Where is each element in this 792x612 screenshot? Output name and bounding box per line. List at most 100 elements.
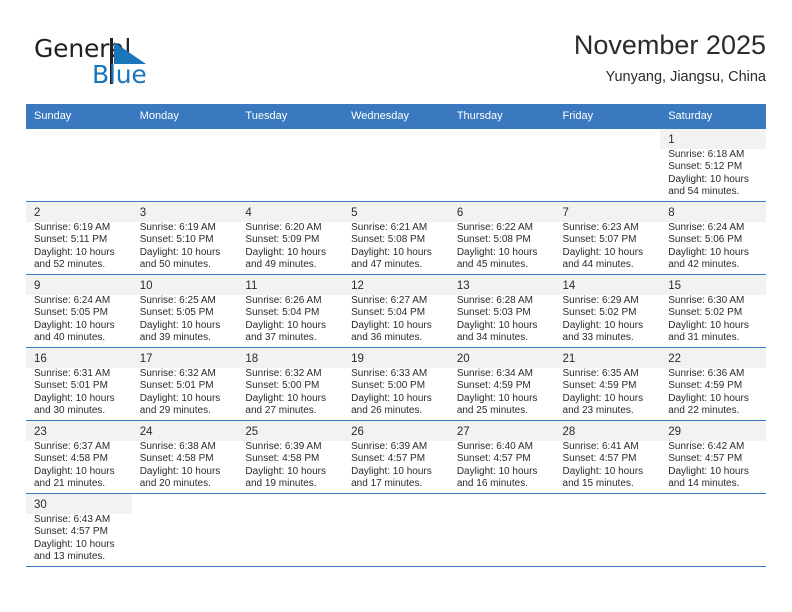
day-daylight1-text: Daylight: 10 hours xyxy=(668,465,749,477)
day-daylight1-text: Daylight: 10 hours xyxy=(139,392,221,404)
calendar-day-cell[interactable]: 15 Sunrise: 6:30 AM Sunset: 5:02 PM Dayligh… xyxy=(660,274,766,348)
day-sun-info: Sunrise: 6:30 AM Sunset: 5:02 PM Daylight:… xyxy=(660,295,766,344)
calendar-day-cell[interactable]: 27 Sunrise: 6:40 AM Sunset: 4:57 PM Dayligh… xyxy=(448,420,555,494)
calendar-day-cell[interactable]: 30 Sunrise: 6:43 AM Sunset: 4:57 PM Dayligh… xyxy=(26,493,132,567)
day-cell-inner: 14 Sunrise: 6:29 AM Sunset: 5:02 PM Dayligh… xyxy=(554,275,661,347)
day-daylight1-text: Daylight: 10 hours xyxy=(245,465,327,477)
calendar-day-cell-empty xyxy=(660,493,766,567)
calendar-day-cell[interactable]: 17 Sunrise: 6:32 AM Sunset: 5:01 PM Dayligh… xyxy=(131,347,238,421)
day-daylight2-text: and 52 minutes. xyxy=(34,258,106,270)
day-sun-info: Sunrise: 6:33 AM Sunset: 5:00 PM Daylight:… xyxy=(343,368,449,417)
calendar-day-cell[interactable]: 14 Sunrise: 6:29 AM Sunset: 5:02 PM Dayligh… xyxy=(554,274,661,348)
calendar-week-row: 9 Sunrise: 6:24 AM Sunset: 5:05 PM Daylight… xyxy=(26,274,766,348)
calendar-day-cell-empty xyxy=(554,128,661,202)
calendar-day-cell[interactable]: 12 Sunrise: 6:27 AM Sunset: 5:04 PM Dayligh… xyxy=(343,274,449,348)
day-number: 20 xyxy=(448,348,555,368)
calendar-day-cell[interactable]: 11 Sunrise: 6:26 AM Sunset: 5:04 PM Dayligh… xyxy=(237,274,344,348)
calendar-day-cell[interactable]: 18 Sunrise: 6:32 AM Sunset: 5:00 PM Dayligh… xyxy=(237,347,344,421)
calendar-day-cell[interactable]: 10 Sunrise: 6:25 AM Sunset: 5:05 PM Dayligh… xyxy=(131,274,238,348)
weekday-header-monday: Monday xyxy=(131,104,238,129)
brand-logo[interactable]: General Blue xyxy=(34,34,254,94)
weekday-header-sunday: Sunday xyxy=(26,104,132,129)
calendar-day-cell[interactable]: 23 Sunrise: 6:37 AM Sunset: 4:58 PM Dayligh… xyxy=(26,420,132,494)
day-daylight1-text: Daylight: 10 hours xyxy=(351,319,432,331)
day-number: 18 xyxy=(237,348,344,368)
day-sunset-text: Sunset: 5:12 PM xyxy=(668,161,743,173)
calendar-day-cell[interactable]: 7 Sunrise: 6:23 AM Sunset: 5:07 PM Daylight… xyxy=(554,201,661,275)
calendar-day-cell[interactable]: 22 Sunrise: 6:36 AM Sunset: 4:59 PM Dayligh… xyxy=(660,347,766,421)
weekday-header-thursday: Thursday xyxy=(448,104,555,129)
calendar-day-cell[interactable]: 16 Sunrise: 6:31 AM Sunset: 5:01 PM Dayligh… xyxy=(26,347,132,421)
calendar-day-cell[interactable]: 28 Sunrise: 6:41 AM Sunset: 4:57 PM Dayligh… xyxy=(554,420,661,494)
calendar-day-cell-empty xyxy=(237,128,344,202)
calendar-day-cell[interactable]: 24 Sunrise: 6:38 AM Sunset: 4:58 PM Dayligh… xyxy=(131,420,238,494)
day-daylight1-text: Daylight: 10 hours xyxy=(139,246,221,258)
brand-name-blue: Blue xyxy=(92,60,147,89)
day-sunrise-text: Sunrise: 6:37 AM xyxy=(34,441,111,452)
day-cell-inner: 15 Sunrise: 6:30 AM Sunset: 5:02 PM Dayligh… xyxy=(660,275,766,347)
day-number: 26 xyxy=(343,421,449,441)
weekday-header-wednesday: Wednesday xyxy=(343,104,449,129)
calendar-day-cell[interactable]: 2 Sunrise: 6:19 AM Sunset: 5:11 PM Daylight… xyxy=(26,201,132,275)
day-cell-inner: 11 Sunrise: 6:26 AM Sunset: 5:04 PM Dayligh… xyxy=(237,275,344,347)
day-daylight2-text: and 44 minutes. xyxy=(562,258,634,270)
day-daylight1-text: Daylight: 10 hours xyxy=(456,319,538,331)
calendar-day-cell-empty xyxy=(343,128,449,202)
day-daylight1-text: Daylight: 10 hours xyxy=(34,319,115,331)
calendar-day-cell[interactable]: 26 Sunrise: 6:39 AM Sunset: 4:57 PM Dayligh… xyxy=(343,420,449,494)
page-subtitle: Yunyang, Jiangsu, China xyxy=(605,69,766,85)
day-cell-inner xyxy=(237,494,343,566)
day-sunset-text: Sunset: 5:00 PM xyxy=(245,380,320,392)
calendar-day-cell[interactable]: 25 Sunrise: 6:39 AM Sunset: 4:58 PM Dayligh… xyxy=(237,420,344,494)
calendar-day-cell[interactable]: 8 Sunrise: 6:24 AM Sunset: 5:06 PM Daylight… xyxy=(660,201,766,275)
page-title: November 2025 xyxy=(573,30,766,60)
day-daylight2-text: and 20 minutes. xyxy=(139,477,211,489)
day-daylight1-text: Daylight: 10 hours xyxy=(456,465,538,477)
day-number: 8 xyxy=(660,202,766,222)
day-cell-inner: 13 Sunrise: 6:28 AM Sunset: 5:03 PM Dayligh… xyxy=(448,275,555,347)
calendar-day-cell[interactable]: 9 Sunrise: 6:24 AM Sunset: 5:05 PM Daylight… xyxy=(26,274,132,348)
calendar-day-cell[interactable]: 29 Sunrise: 6:42 AM Sunset: 4:57 PM Dayligh… xyxy=(660,420,766,494)
calendar-day-cell[interactable]: 6 Sunrise: 6:22 AM Sunset: 5:08 PM Daylight… xyxy=(448,201,555,275)
day-sunrise-text: Sunrise: 6:39 AM xyxy=(245,441,322,452)
day-cell-inner: 4 Sunrise: 6:20 AM Sunset: 5:09 PM Daylight… xyxy=(237,202,344,274)
day-daylight1-text: Daylight: 10 hours xyxy=(456,246,538,258)
day-sunrise-text: Sunrise: 6:42 AM xyxy=(668,441,745,452)
calendar-day-cell[interactable]: 13 Sunrise: 6:28 AM Sunset: 5:03 PM Dayligh… xyxy=(448,274,555,348)
day-daylight2-text: and 40 minutes. xyxy=(34,331,106,343)
day-sun-info: Sunrise: 6:24 AM Sunset: 5:06 PM Daylight:… xyxy=(660,222,766,271)
day-sunset-text: Sunset: 5:02 PM xyxy=(668,307,743,319)
day-sunrise-text: Sunrise: 6:32 AM xyxy=(139,368,216,379)
day-sunrise-text: Sunrise: 6:22 AM xyxy=(456,222,533,233)
day-sunrise-text: Sunrise: 6:29 AM xyxy=(562,295,639,306)
day-cell-inner: 26 Sunrise: 6:39 AM Sunset: 4:57 PM Dayligh… xyxy=(343,421,449,493)
day-cell-inner xyxy=(660,494,766,566)
day-cell-inner xyxy=(555,129,661,201)
calendar-day-cell[interactable]: 1 Sunrise: 6:18 AM Sunset: 5:12 PM Daylight… xyxy=(660,128,766,202)
day-sunrise-text: Sunrise: 6:38 AM xyxy=(139,441,216,452)
calendar-day-cell[interactable]: 4 Sunrise: 6:20 AM Sunset: 5:09 PM Daylight… xyxy=(237,201,344,275)
calendar-day-cell[interactable]: 21 Sunrise: 6:35 AM Sunset: 4:59 PM Dayligh… xyxy=(554,347,661,421)
title-block: November 2025 Yunyang, Jiangsu, China xyxy=(574,28,766,88)
day-sunrise-text: Sunrise: 6:41 AM xyxy=(562,441,639,452)
day-cell-inner: 5 Sunrise: 6:21 AM Sunset: 5:08 PM Daylight… xyxy=(343,202,449,274)
day-sunset-text: Sunset: 5:05 PM xyxy=(34,307,108,319)
day-sunset-text: Sunset: 5:10 PM xyxy=(139,234,214,246)
calendar-day-cell[interactable]: 19 Sunrise: 6:33 AM Sunset: 5:00 PM Dayligh… xyxy=(343,347,449,421)
page-header: General Blue November 2025 Yunyang, Jian… xyxy=(26,28,766,98)
day-number: 25 xyxy=(237,421,344,441)
day-number: 19 xyxy=(343,348,449,368)
day-daylight2-text: and 45 minutes. xyxy=(456,258,528,270)
day-daylight1-text: Daylight: 10 hours xyxy=(245,246,327,258)
day-sunrise-text: Sunrise: 6:19 AM xyxy=(139,222,216,233)
day-daylight2-text: and 37 minutes. xyxy=(245,331,317,343)
day-cell-inner: 28 Sunrise: 6:41 AM Sunset: 4:57 PM Dayligh… xyxy=(554,421,661,493)
calendar-day-cell[interactable]: 5 Sunrise: 6:21 AM Sunset: 5:08 PM Daylight… xyxy=(343,201,449,275)
day-daylight1-text: Daylight: 10 hours xyxy=(34,246,115,258)
calendar-day-cell[interactable]: 3 Sunrise: 6:19 AM Sunset: 5:10 PM Daylight… xyxy=(131,201,238,275)
day-cell-inner: 10 Sunrise: 6:25 AM Sunset: 5:05 PM Dayligh… xyxy=(131,275,238,347)
calendar-day-cell[interactable]: 20 Sunrise: 6:34 AM Sunset: 4:59 PM Dayligh… xyxy=(448,347,555,421)
day-daylight2-text: and 14 minutes. xyxy=(668,477,740,489)
day-number: 14 xyxy=(554,275,661,295)
day-sun-info: Sunrise: 6:27 AM Sunset: 5:04 PM Daylight:… xyxy=(343,295,449,344)
